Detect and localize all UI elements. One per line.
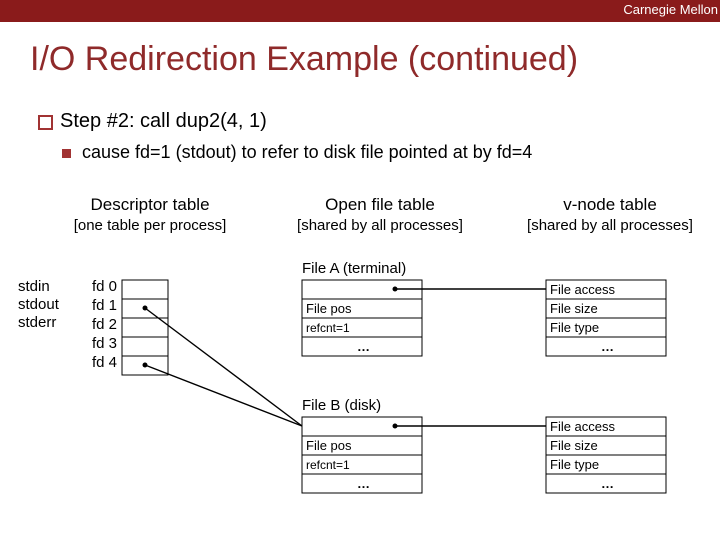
descriptor-table xyxy=(122,280,168,375)
oft-b-row4: … xyxy=(357,476,370,491)
vnode-a-r3: File type xyxy=(550,320,599,335)
oft-b-row2: File pos xyxy=(306,438,352,453)
oft-file-b: File pos refcnt=1 … xyxy=(302,417,422,493)
vnode-a-r1: File access xyxy=(550,282,616,297)
oft-a-row3: refcnt=1 xyxy=(306,321,350,335)
oft-a-row4: … xyxy=(357,339,370,354)
oft-a-row2: File pos xyxy=(306,301,352,316)
oft-b-row3: refcnt=1 xyxy=(306,458,350,472)
diagram-svg: .box{fill:#fff;stroke:#000;stroke-width:… xyxy=(0,0,720,540)
edge-fd1-to-fileB xyxy=(145,308,302,426)
vnode-a-r2: File size xyxy=(550,301,598,316)
vnode-b-r4: … xyxy=(601,476,614,491)
edge-fd4-to-fileB xyxy=(145,365,302,426)
oft-file-a: File pos refcnt=1 … xyxy=(302,280,422,356)
vnode-b-r1: File access xyxy=(550,419,616,434)
vnode-b-r3: File type xyxy=(550,457,599,472)
vnode-b: File access File size File type … xyxy=(546,417,666,493)
vnode-a-r4: … xyxy=(601,339,614,354)
vnode-a: File access File size File type … xyxy=(546,280,666,356)
vnode-b-r2: File size xyxy=(550,438,598,453)
